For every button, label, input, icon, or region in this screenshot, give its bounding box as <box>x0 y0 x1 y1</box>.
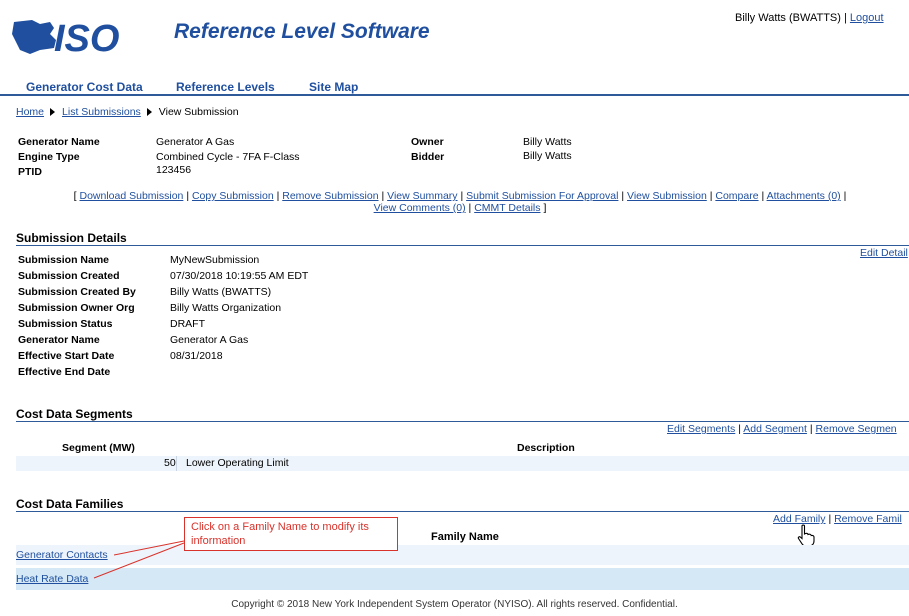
view-summary-link[interactable]: View Summary <box>387 190 457 202</box>
user-bar: Billy Watts (BWATTS) | Logout <box>735 12 884 24</box>
breadcrumb: Home List Submissions View Submission <box>16 106 239 118</box>
logo-text: ISO <box>54 18 119 58</box>
nav-generator-cost-data[interactable]: Generator Cost Data <box>26 80 143 94</box>
family-name-header: Family Name <box>431 531 499 543</box>
remove-family-link[interactable]: Remove Famil <box>834 513 902 525</box>
field-value: DRAFT <box>170 318 205 330</box>
segment-actions: Edit Segments | Add Segment | Remove Seg… <box>667 423 897 435</box>
breadcrumb-list-submissions[interactable]: List Submissions <box>62 106 141 118</box>
field-value: Generator A Gas <box>170 334 249 346</box>
field-label: Submission Created <box>18 270 120 282</box>
nav-reference-levels[interactable]: Reference Levels <box>176 80 275 94</box>
compare-link[interactable]: Compare <box>715 190 758 202</box>
copy-submission-link[interactable]: Copy Submission <box>192 190 274 202</box>
engine-type-value: Combined Cycle - 7FA F-Class <box>156 151 300 163</box>
breadcrumb-home[interactable]: Home <box>16 106 44 118</box>
submit-for-approval-link[interactable]: Submit Submission For Approval <box>466 190 618 202</box>
generator-name-label: Generator Name <box>18 136 100 148</box>
view-submission-link[interactable]: View Submission <box>627 190 707 202</box>
field-label: Effective Start Date <box>18 350 115 362</box>
remove-segment-link[interactable]: Remove Segmen <box>816 423 897 435</box>
callout-note: Click on a Family Name to modify its inf… <box>184 517 398 551</box>
family-actions: Add Family | Remove Famil <box>773 513 902 525</box>
download-submission-link[interactable]: Download Submission <box>80 190 184 202</box>
table-row: Generator Contacts <box>16 545 909 565</box>
separator: | <box>761 190 765 202</box>
separator: | <box>460 190 464 202</box>
field-value: MyNewSubmission <box>170 254 260 266</box>
field-value: 08/31/2018 <box>170 350 223 362</box>
engine-type-label: Engine Type <box>18 151 80 163</box>
remove-submission-link[interactable]: Remove Submission <box>282 190 378 202</box>
nyiso-logo: ISO <box>10 14 170 60</box>
main-nav: Generator Cost Data Reference Levels Sit… <box>0 78 909 96</box>
separator: | <box>186 190 190 202</box>
separator: | <box>381 190 385 202</box>
divider <box>176 456 177 471</box>
bidder-label: Bidder <box>411 151 445 163</box>
separator: | <box>843 190 847 202</box>
field-label: Effective End Date <box>18 366 111 378</box>
segment-mw-cell: 50 <box>164 457 176 469</box>
bracket-open: [ <box>73 190 77 202</box>
breadcrumb-arrow-icon <box>50 108 56 117</box>
view-comments-link[interactable]: View Comments (0) <box>374 202 466 214</box>
segment-mw-header: Segment (MW) <box>62 442 135 454</box>
separator: | <box>709 190 713 202</box>
family-link-generator-contacts[interactable]: Generator Contacts <box>16 549 108 561</box>
user-bar-separator: | <box>843 12 847 24</box>
family-link-heat-rate-data[interactable]: Heat Rate Data <box>16 573 88 585</box>
submission-details-title: Submission Details <box>16 231 127 245</box>
edit-detail-link[interactable]: Edit Detail <box>860 247 908 259</box>
separator: | <box>276 190 280 202</box>
edit-segments-link[interactable]: Edit Segments <box>667 423 735 435</box>
field-value: Billy Watts Organization <box>170 302 282 314</box>
ptid-label: PTID <box>18 166 42 178</box>
bracket-close: ] <box>543 202 547 214</box>
attachments-link[interactable]: Attachments (0) <box>767 190 841 202</box>
owner-label: Owner <box>411 136 444 148</box>
separator: | <box>621 190 625 202</box>
app-title: Reference Level Software <box>174 20 430 43</box>
segment-description-cell: Lower Operating Limit <box>186 457 289 469</box>
ptid-value: 123456 <box>156 164 192 176</box>
cost-data-segments-title: Cost Data Segments <box>16 407 133 421</box>
field-value: 07/30/2018 10:19:55 AM EDT <box>170 270 309 282</box>
owner-value: Billy Watts <box>523 136 572 148</box>
separator: | <box>809 423 813 435</box>
field-label: Submission Owner Org <box>18 302 135 314</box>
submission-actions: [ Download Submission | Copy Submission … <box>30 190 890 214</box>
logout-link[interactable]: Logout <box>850 12 884 24</box>
separator: | <box>828 513 832 525</box>
user-name: Billy Watts (BWATTS) <box>735 12 841 24</box>
breadcrumb-current: View Submission <box>158 106 239 118</box>
field-label: Submission Status <box>18 318 113 330</box>
field-label: Submission Name <box>18 254 110 266</box>
separator: | <box>468 202 472 214</box>
field-label: Generator Name <box>18 334 100 346</box>
divider <box>16 245 909 246</box>
separator: | <box>738 423 741 435</box>
cmmt-details-link[interactable]: CMMT Details <box>474 202 540 214</box>
generator-name-value: Generator A Gas <box>156 136 235 148</box>
breadcrumb-arrow-icon <box>146 108 152 117</box>
field-label: Submission Created By <box>18 286 136 298</box>
table-row: Heat Rate Data <box>16 568 909 590</box>
add-segment-link[interactable]: Add Segment <box>743 423 807 435</box>
divider <box>16 511 909 512</box>
nav-site-map[interactable]: Site Map <box>309 80 358 94</box>
table-row: 50 Lower Operating Limit <box>16 456 909 471</box>
bidder-value: Billy Watts <box>523 150 572 162</box>
field-value: Billy Watts (BWATTS) <box>170 286 272 298</box>
description-header: Description <box>517 442 575 454</box>
cost-data-families-title: Cost Data Families <box>16 497 124 511</box>
divider <box>16 421 909 422</box>
copyright-footer: Copyright © 2018 New York Independent Sy… <box>231 599 678 610</box>
